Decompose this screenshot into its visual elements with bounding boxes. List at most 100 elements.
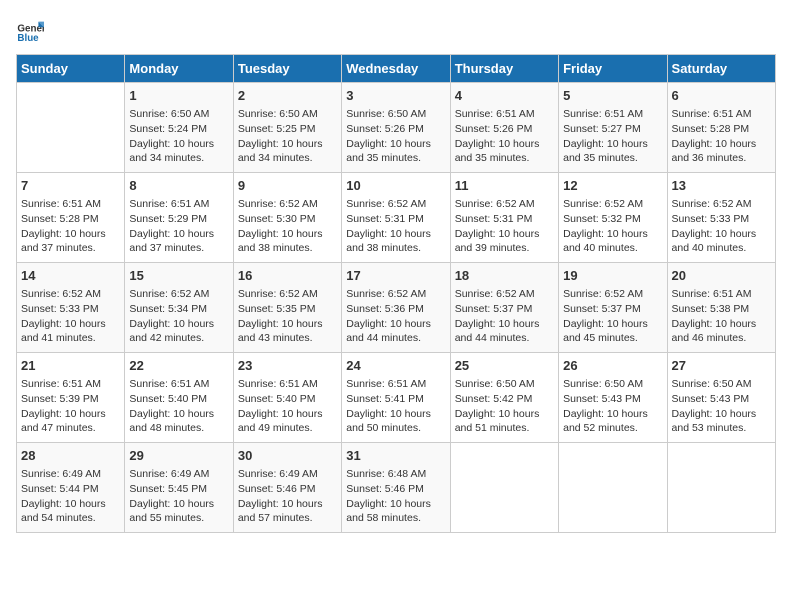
header: General Blue: [16, 16, 776, 44]
day-info: Sunrise: 6:50 AM Sunset: 5:42 PM Dayligh…: [455, 377, 554, 436]
day-info: Sunrise: 6:51 AM Sunset: 5:40 PM Dayligh…: [129, 377, 228, 436]
column-header-friday: Friday: [559, 55, 667, 83]
calendar-cell: 10 Sunrise: 6:52 AM Sunset: 5:31 PM Dayli…: [342, 173, 450, 263]
column-header-sunday: Sunday: [17, 55, 125, 83]
calendar-cell: 28 Sunrise: 6:49 AM Sunset: 5:44 PM Dayli…: [17, 443, 125, 533]
day-info: Sunrise: 6:51 AM Sunset: 5:28 PM Dayligh…: [21, 197, 120, 256]
day-info: Sunrise: 6:52 AM Sunset: 5:36 PM Dayligh…: [346, 287, 445, 346]
calendar-cell: 19Sunrise: 6:52 AM Sunset: 5:37 PM Dayli…: [559, 263, 667, 353]
day-number: 4: [455, 87, 554, 105]
day-number: 28: [21, 447, 120, 465]
day-number: 9: [238, 177, 337, 195]
day-number: 12: [563, 177, 662, 195]
calendar-week-3: 14 Sunrise: 6:52 AM Sunset: 5:33 PM Dayli…: [17, 263, 776, 353]
calendar-cell: 13 Sunrise: 6:52 AM Sunset: 5:33 PM Dayli…: [667, 173, 775, 263]
day-info: Sunrise: 6:51 AM Sunset: 5:29 PM Dayligh…: [129, 197, 228, 256]
day-number: 16: [238, 267, 337, 285]
day-info: Sunrise: 6:50 AM Sunset: 5:43 PM Dayligh…: [672, 377, 771, 436]
calendar-cell: 5 Sunrise: 6:51 AM Sunset: 5:27 PM Daylig…: [559, 83, 667, 173]
calendar-cell: 12 Sunrise: 6:52 AM Sunset: 5:32 PM Dayli…: [559, 173, 667, 263]
calendar-cell: [559, 443, 667, 533]
calendar-cell: 23 Sunrise: 6:51 AM Sunset: 5:40 PM Dayli…: [233, 353, 341, 443]
day-number: 14: [21, 267, 120, 285]
day-number: 18: [455, 267, 554, 285]
calendar-cell: 31Sunrise: 6:48 AM Sunset: 5:46 PM Dayli…: [342, 443, 450, 533]
column-header-wednesday: Wednesday: [342, 55, 450, 83]
svg-text:Blue: Blue: [17, 33, 39, 44]
calendar-week-2: 7Sunrise: 6:51 AM Sunset: 5:28 PM Daylig…: [17, 173, 776, 263]
calendar-week-1: 1 Sunrise: 6:50 AM Sunset: 5:24 PM Daylig…: [17, 83, 776, 173]
day-number: 1: [129, 87, 228, 105]
calendar-cell: 26Sunrise: 6:50 AM Sunset: 5:43 PM Dayli…: [559, 353, 667, 443]
day-number: 3: [346, 87, 445, 105]
calendar-cell: [450, 443, 558, 533]
day-info: Sunrise: 6:52 AM Sunset: 5:31 PM Dayligh…: [346, 197, 445, 256]
day-info: Sunrise: 6:50 AM Sunset: 5:24 PM Dayligh…: [129, 107, 228, 166]
calendar-cell: 21 Sunrise: 6:51 AM Sunset: 5:39 PM Dayli…: [17, 353, 125, 443]
day-info: Sunrise: 6:52 AM Sunset: 5:35 PM Dayligh…: [238, 287, 337, 346]
day-number: 27: [672, 357, 771, 375]
calendar-header-row: SundayMondayTuesdayWednesdayThursdayFrid…: [17, 55, 776, 83]
calendar-cell: 22 Sunrise: 6:51 AM Sunset: 5:40 PM Dayli…: [125, 353, 233, 443]
day-info: Sunrise: 6:52 AM Sunset: 5:32 PM Dayligh…: [563, 197, 662, 256]
day-info: Sunrise: 6:52 AM Sunset: 5:30 PM Dayligh…: [238, 197, 337, 256]
day-number: 17: [346, 267, 445, 285]
day-info: Sunrise: 6:52 AM Sunset: 5:33 PM Dayligh…: [672, 197, 771, 256]
day-info: Sunrise: 6:49 AM Sunset: 5:44 PM Dayligh…: [21, 467, 120, 526]
calendar-body: 1 Sunrise: 6:50 AM Sunset: 5:24 PM Daylig…: [17, 83, 776, 533]
day-info: Sunrise: 6:50 AM Sunset: 5:25 PM Dayligh…: [238, 107, 337, 166]
calendar-week-4: 21 Sunrise: 6:51 AM Sunset: 5:39 PM Dayli…: [17, 353, 776, 443]
calendar-cell: 6Sunrise: 6:51 AM Sunset: 5:28 PM Daylig…: [667, 83, 775, 173]
day-number: 13: [672, 177, 771, 195]
day-number: 31: [346, 447, 445, 465]
day-number: 21: [21, 357, 120, 375]
day-info: Sunrise: 6:52 AM Sunset: 5:31 PM Dayligh…: [455, 197, 554, 256]
day-number: 10: [346, 177, 445, 195]
day-number: 26: [563, 357, 662, 375]
calendar-cell: 7Sunrise: 6:51 AM Sunset: 5:28 PM Daylig…: [17, 173, 125, 263]
calendar-cell: 4 Sunrise: 6:51 AM Sunset: 5:26 PM Daylig…: [450, 83, 558, 173]
calendar-cell: 1 Sunrise: 6:50 AM Sunset: 5:24 PM Daylig…: [125, 83, 233, 173]
day-number: 15: [129, 267, 228, 285]
calendar-cell: 18Sunrise: 6:52 AM Sunset: 5:37 PM Dayli…: [450, 263, 558, 353]
day-number: 5: [563, 87, 662, 105]
day-info: Sunrise: 6:51 AM Sunset: 5:27 PM Dayligh…: [563, 107, 662, 166]
day-info: Sunrise: 6:51 AM Sunset: 5:40 PM Dayligh…: [238, 377, 337, 436]
calendar-week-5: 28 Sunrise: 6:49 AM Sunset: 5:44 PM Dayli…: [17, 443, 776, 533]
calendar-cell: 3 Sunrise: 6:50 AM Sunset: 5:26 PM Daylig…: [342, 83, 450, 173]
day-info: Sunrise: 6:52 AM Sunset: 5:33 PM Dayligh…: [21, 287, 120, 346]
calendar-cell: 30Sunrise: 6:49 AM Sunset: 5:46 PM Dayli…: [233, 443, 341, 533]
calendar-cell: 17 Sunrise: 6:52 AM Sunset: 5:36 PM Dayli…: [342, 263, 450, 353]
day-info: Sunrise: 6:52 AM Sunset: 5:34 PM Dayligh…: [129, 287, 228, 346]
calendar-cell: [667, 443, 775, 533]
calendar-cell: 14 Sunrise: 6:52 AM Sunset: 5:33 PM Dayli…: [17, 263, 125, 353]
day-number: 25: [455, 357, 554, 375]
column-header-monday: Monday: [125, 55, 233, 83]
day-info: Sunrise: 6:51 AM Sunset: 5:39 PM Dayligh…: [21, 377, 120, 436]
day-number: 23: [238, 357, 337, 375]
column-header-tuesday: Tuesday: [233, 55, 341, 83]
day-info: Sunrise: 6:51 AM Sunset: 5:28 PM Dayligh…: [672, 107, 771, 166]
day-info: Sunrise: 6:49 AM Sunset: 5:45 PM Dayligh…: [129, 467, 228, 526]
day-number: 30: [238, 447, 337, 465]
day-info: Sunrise: 6:51 AM Sunset: 5:26 PM Dayligh…: [455, 107, 554, 166]
day-number: 20: [672, 267, 771, 285]
day-info: Sunrise: 6:52 AM Sunset: 5:37 PM Dayligh…: [563, 287, 662, 346]
day-number: 22: [129, 357, 228, 375]
calendar-cell: 8Sunrise: 6:51 AM Sunset: 5:29 PM Daylig…: [125, 173, 233, 263]
column-header-saturday: Saturday: [667, 55, 775, 83]
logo: General Blue: [16, 16, 48, 44]
day-number: 11: [455, 177, 554, 195]
day-number: 24: [346, 357, 445, 375]
day-number: 29: [129, 447, 228, 465]
calendar-cell: [17, 83, 125, 173]
calendar-cell: 9 Sunrise: 6:52 AM Sunset: 5:30 PM Daylig…: [233, 173, 341, 263]
calendar-cell: 15 Sunrise: 6:52 AM Sunset: 5:34 PM Dayli…: [125, 263, 233, 353]
day-info: Sunrise: 6:51 AM Sunset: 5:41 PM Dayligh…: [346, 377, 445, 436]
day-number: 2: [238, 87, 337, 105]
calendar-cell: 29 Sunrise: 6:49 AM Sunset: 5:45 PM Dayli…: [125, 443, 233, 533]
day-info: Sunrise: 6:50 AM Sunset: 5:26 PM Dayligh…: [346, 107, 445, 166]
calendar-cell: 11 Sunrise: 6:52 AM Sunset: 5:31 PM Dayli…: [450, 173, 558, 263]
calendar-cell: 20Sunrise: 6:51 AM Sunset: 5:38 PM Dayli…: [667, 263, 775, 353]
calendar-cell: 27 Sunrise: 6:50 AM Sunset: 5:43 PM Dayli…: [667, 353, 775, 443]
